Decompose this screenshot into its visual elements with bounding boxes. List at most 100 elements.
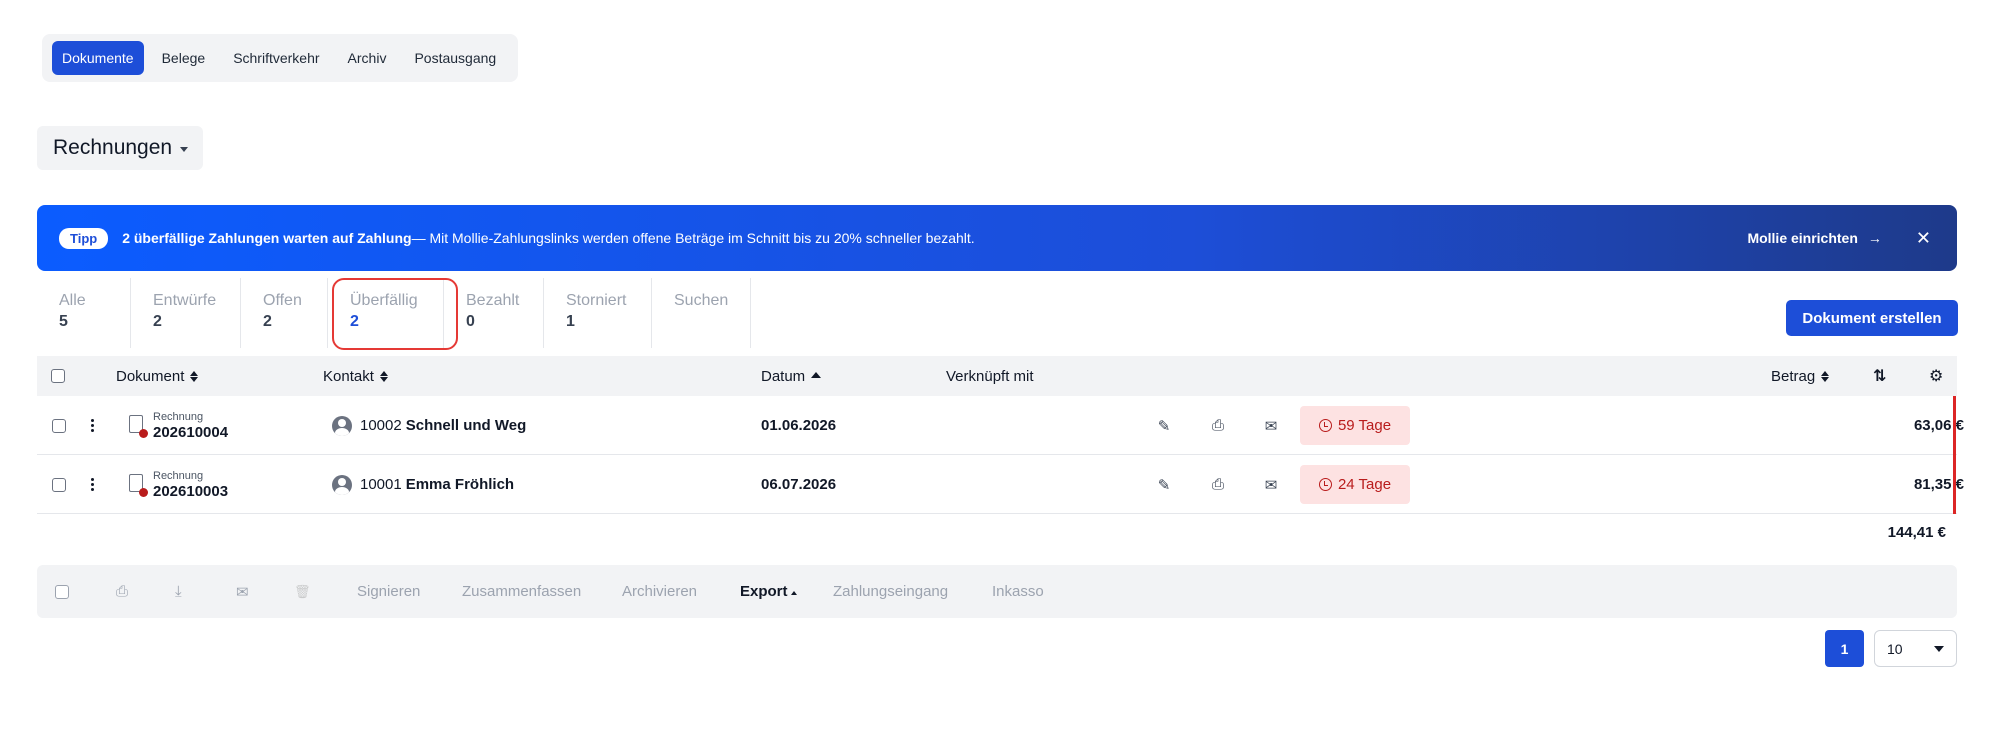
table-row[interactable]: Rechnung 202610003 10001 Emma Fröhlich 0… <box>37 455 1964 514</box>
column-label: Betrag <box>1771 367 1816 385</box>
row-checkbox[interactable] <box>52 477 66 492</box>
mollie-setup-link[interactable]: Mollie einrichten → <box>1747 230 1881 246</box>
document-number[interactable]: 202610003 <box>153 483 228 500</box>
document-section-tabs: Dokumente Belege Schriftverkehr Archiv P… <box>42 34 518 82</box>
overdue-badge: 59 Tage <box>1300 406 1410 445</box>
tip-banner: Tipp 2 überfällige Zahlungen warten auf … <box>37 205 1957 271</box>
column-label: Datum <box>761 367 806 385</box>
status-filter-tabs: Alle 5 Entwürfe 2 Offen 2 Überfällig 2 B… <box>37 278 751 356</box>
row-menu-icon[interactable] <box>91 478 94 491</box>
table-row[interactable]: Rechnung 202610004 10002 Schnell und Weg… <box>37 396 1964 455</box>
status-tab-label: Suchen <box>674 292 729 309</box>
print-icon[interactable]: ⎙ <box>116 565 128 618</box>
row-checkbox[interactable] <box>52 418 66 433</box>
column-betrag[interactable]: Betrag <box>1771 367 1830 385</box>
sort-asc-icon <box>811 372 822 378</box>
amount: 81,35 € <box>1913 476 1964 493</box>
overdue-badge: 24 Tage <box>1300 465 1410 504</box>
contact-id: 10001 <box>360 476 402 493</box>
overdue-days: 24 Tage <box>1337 476 1392 493</box>
close-icon[interactable]: ✕ <box>1916 228 1931 249</box>
export-label: Export <box>740 583 788 600</box>
document-date: 01.06.2026 <box>761 417 837 434</box>
status-tab-label: Alle <box>59 292 86 309</box>
sort-icon <box>190 370 199 382</box>
clock-icon <box>1318 478 1332 491</box>
sign-action[interactable]: Signieren <box>357 565 420 618</box>
page-size-select[interactable]: 10 <box>1874 630 1957 667</box>
archive-action[interactable]: Archivieren <box>622 565 697 618</box>
status-tab-count: 2 <box>350 313 359 330</box>
banner-text: — Mit Mollie-Zahlungslinks werden offene… <box>411 230 975 246</box>
column-dokument[interactable]: Dokument <box>116 368 199 385</box>
trash-icon[interactable]: 🗑 <box>294 565 311 618</box>
status-tab-label: Überfällig <box>350 292 418 309</box>
chevron-down-icon <box>1934 645 1944 652</box>
clock-icon <box>1318 419 1332 432</box>
create-document-button[interactable]: Dokument erstellen <box>1786 300 1958 336</box>
status-tab-bezahlt[interactable]: Bezahlt 0 <box>444 278 544 348</box>
edit-icon[interactable]: ✎ <box>1153 415 1175 437</box>
status-tab-entwuerfe[interactable]: Entwürfe 2 <box>131 278 241 348</box>
status-tab-label: Entwürfe <box>153 292 217 309</box>
payment-receipt-action[interactable]: Zahlungseingang <box>833 565 948 618</box>
tab-schriftverkehr[interactable]: Schriftverkehr <box>223 41 329 75</box>
column-kontakt[interactable]: Kontakt <box>323 368 388 385</box>
tab-dokumente[interactable]: Dokumente <box>52 41 144 75</box>
tab-belege[interactable]: Belege <box>152 41 216 75</box>
document-type-dropdown[interactable]: Rechnungen <box>37 126 203 170</box>
document-type: Rechnung <box>153 410 204 423</box>
status-tab-alle[interactable]: Alle 5 <box>37 278 131 348</box>
status-tab-suchen[interactable]: Suchen <box>652 278 751 348</box>
overdue-indicator <box>1953 455 1956 514</box>
collection-action[interactable]: Inkasso <box>992 565 1044 618</box>
contact-name[interactable]: Emma Fröhlich <box>406 476 514 493</box>
mail-icon[interactable]: ✉ <box>1260 474 1282 496</box>
status-tab-count: 5 <box>59 313 68 330</box>
download-icon[interactable]: ⤓ <box>175 565 182 618</box>
status-tab-count: 2 <box>153 313 162 330</box>
column-verknuepft: Verknüpft mit <box>946 368 1034 385</box>
status-tab-ueberfaellig[interactable]: Überfällig 2 <box>328 278 458 350</box>
table-header: Dokument Kontakt Datum Verknüpft mit Bet… <box>37 356 1957 396</box>
document-number[interactable]: 202610004 <box>153 424 228 441</box>
column-datum[interactable]: Datum <box>761 367 822 385</box>
mail-icon[interactable]: ✉ <box>236 565 249 618</box>
tab-archiv[interactable]: Archiv <box>338 41 397 75</box>
status-tab-offen[interactable]: Offen 2 <box>241 278 328 348</box>
avatar <box>332 474 352 495</box>
edit-icon[interactable]: ✎ <box>1153 474 1175 496</box>
bulk-action-bar: ⎙ ⤓ ✉ 🗑 Signieren Zusammenfassen Archivi… <box>37 565 1957 618</box>
document-type-label: Rechnungen <box>53 136 173 159</box>
tab-postausgang[interactable]: Postausgang <box>404 41 506 75</box>
gear-icon[interactable]: ⚙ <box>1929 366 1943 386</box>
merge-action[interactable]: Zusammenfassen <box>462 565 581 618</box>
contact-id: 10002 <box>360 417 402 434</box>
chevron-down-icon <box>180 146 189 152</box>
status-tab-count: 2 <box>263 313 272 330</box>
invoice-overdue-icon <box>129 414 148 438</box>
status-tab-count: 1 <box>566 313 575 330</box>
bulk-select-checkbox[interactable] <box>55 584 69 599</box>
column-label: Verknüpft mit <box>946 367 1034 385</box>
page-size-value: 10 <box>1887 640 1903 657</box>
row-menu-icon[interactable] <box>91 419 94 432</box>
print-icon[interactable]: ⎙ <box>1207 474 1229 496</box>
status-tab-label: Bezahlt <box>466 292 520 309</box>
sort-icon <box>379 370 388 382</box>
column-label: Kontakt <box>323 367 374 385</box>
avatar <box>332 415 352 436</box>
contact-name[interactable]: Schnell und Weg <box>406 417 527 434</box>
overdue-indicator <box>1953 396 1956 455</box>
mail-icon[interactable]: ✉ <box>1260 415 1282 437</box>
print-icon[interactable]: ⎙ <box>1207 415 1229 437</box>
sort-toggle-icon[interactable]: ⇅ <box>1873 366 1886 386</box>
document-type: Rechnung <box>153 469 204 482</box>
invoice-overdue-icon <box>129 473 148 497</box>
export-dropdown[interactable]: Export <box>740 565 797 618</box>
status-tab-storniert[interactable]: Storniert 1 <box>544 278 652 348</box>
overdue-days: 59 Tage <box>1337 417 1392 434</box>
mollie-setup-label: Mollie einrichten <box>1747 230 1858 246</box>
page-button-current[interactable]: 1 <box>1825 630 1864 667</box>
select-all-checkbox[interactable] <box>51 369 65 383</box>
